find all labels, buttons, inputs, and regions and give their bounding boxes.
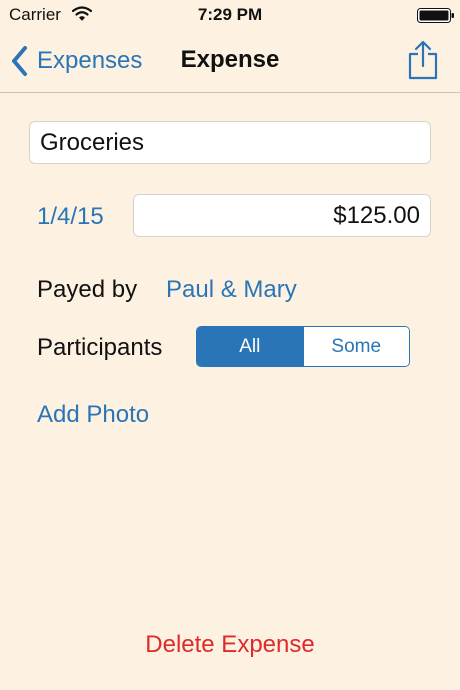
participants-label: Participants: [37, 334, 163, 361]
participants-segmented-control: All Some: [196, 326, 410, 367]
page-title: Expense: [180, 46, 280, 73]
payer-button[interactable]: Paul & Mary: [166, 276, 297, 304]
segment-all[interactable]: All: [197, 327, 303, 366]
segment-some[interactable]: Some: [302, 327, 409, 366]
status-time: 7:29 PM: [197, 5, 263, 24]
status-bar: Carrier 7:29 PM: [0, 0, 460, 30]
add-photo-button[interactable]: Add Photo: [37, 401, 149, 429]
amount-field[interactable]: [133, 194, 431, 237]
expense-screen: Carrier 7:29 PM Expenses Expense 1/4/: [0, 0, 460, 690]
battery-icon: [417, 8, 454, 23]
share-icon[interactable]: [406, 38, 440, 82]
delete-expense-button[interactable]: Delete Expense: [0, 631, 460, 659]
navigation-bar: Expenses Expense: [0, 30, 460, 93]
payed-by-label: Payed by: [37, 276, 138, 303]
expense-name-field[interactable]: [29, 121, 431, 164]
date-button[interactable]: 1/4/15: [37, 203, 104, 231]
